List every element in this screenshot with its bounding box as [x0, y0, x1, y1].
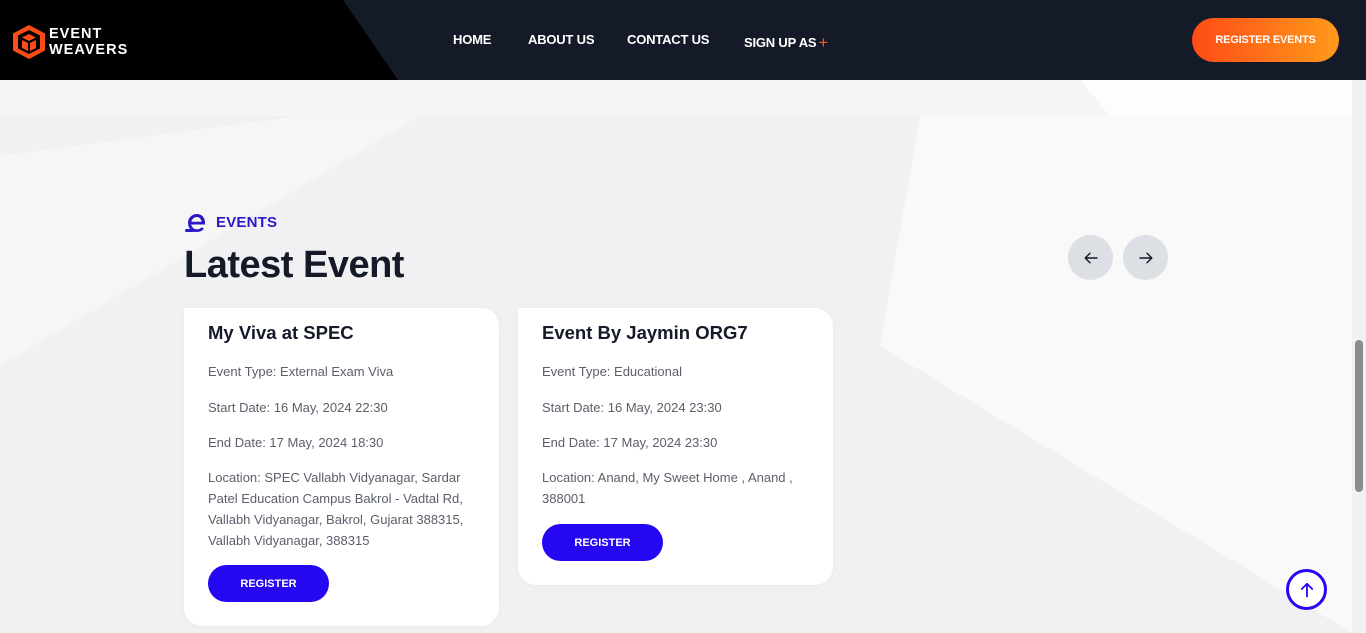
scrollbar-thumb[interactable] — [1355, 340, 1363, 492]
arrow-right-icon — [1138, 252, 1152, 263]
event-start-date: Start Date: 16 May, 2024 22:30 — [208, 400, 388, 415]
event-location: Location: SPEC Vallabh Vidyanagar, Sarda… — [208, 470, 464, 548]
background-shape — [1080, 80, 1352, 116]
site-header: EVENT WEAVERS HOME ABOUT US CONTACT US S… — [0, 0, 1366, 80]
event-card: Event By Jaymin ORG7 Event Type: Educati… — [518, 308, 833, 585]
event-card: My Viva at SPEC Event Type: External Exa… — [184, 308, 499, 626]
carousel-next-button[interactable] — [1123, 235, 1168, 280]
event-type: Event Type: External Exam Viva — [208, 364, 394, 379]
nav-contact-us[interactable]: CONTACT US — [627, 32, 709, 47]
carousel-prev-button[interactable] — [1068, 235, 1113, 280]
section-title: Latest Event — [184, 244, 404, 286]
event-register-button[interactable]: REGISTER — [208, 565, 329, 602]
nav-home[interactable]: HOME — [453, 32, 491, 47]
event-type: Event Type: Educational — [542, 364, 682, 379]
background-shape — [880, 116, 1352, 633]
eyebrow-label: EVENTS — [216, 213, 278, 231]
plus-icon: + — [818, 33, 829, 52]
event-location: Location: Anand, My Sweet Home , Anand ,… — [542, 470, 793, 506]
nav-about-us[interactable]: ABOUT US — [528, 32, 594, 47]
event-register-button[interactable]: REGISTER — [542, 524, 663, 561]
arrow-up-icon — [1300, 582, 1313, 597]
e-letter-icon — [185, 214, 205, 232]
event-end-date: End Date: 17 May, 2024 23:30 — [542, 435, 718, 450]
nav-sign-up-as[interactable]: SIGN UP AS + — [744, 32, 828, 52]
event-title: My Viva at SPEC — [208, 322, 354, 343]
event-start-date: Start Date: 16 May, 2024 23:30 — [542, 400, 722, 415]
page-scrollbar[interactable] — [1352, 80, 1366, 633]
section-eyebrow: EVENTS — [184, 210, 277, 234]
nav-sign-up-label: SIGN UP AS — [744, 35, 817, 50]
arrow-left-icon — [1084, 252, 1098, 263]
event-title: Event By Jaymin ORG7 — [542, 322, 748, 343]
event-end-date: End Date: 17 May, 2024 18:30 — [208, 435, 384, 450]
scroll-to-top-button[interactable] — [1286, 569, 1327, 610]
main-nav: HOME ABOUT US CONTACT US SIGN UP AS + — [0, 0, 1366, 80]
register-events-button[interactable]: REGISTER EVENTS — [1192, 18, 1339, 62]
